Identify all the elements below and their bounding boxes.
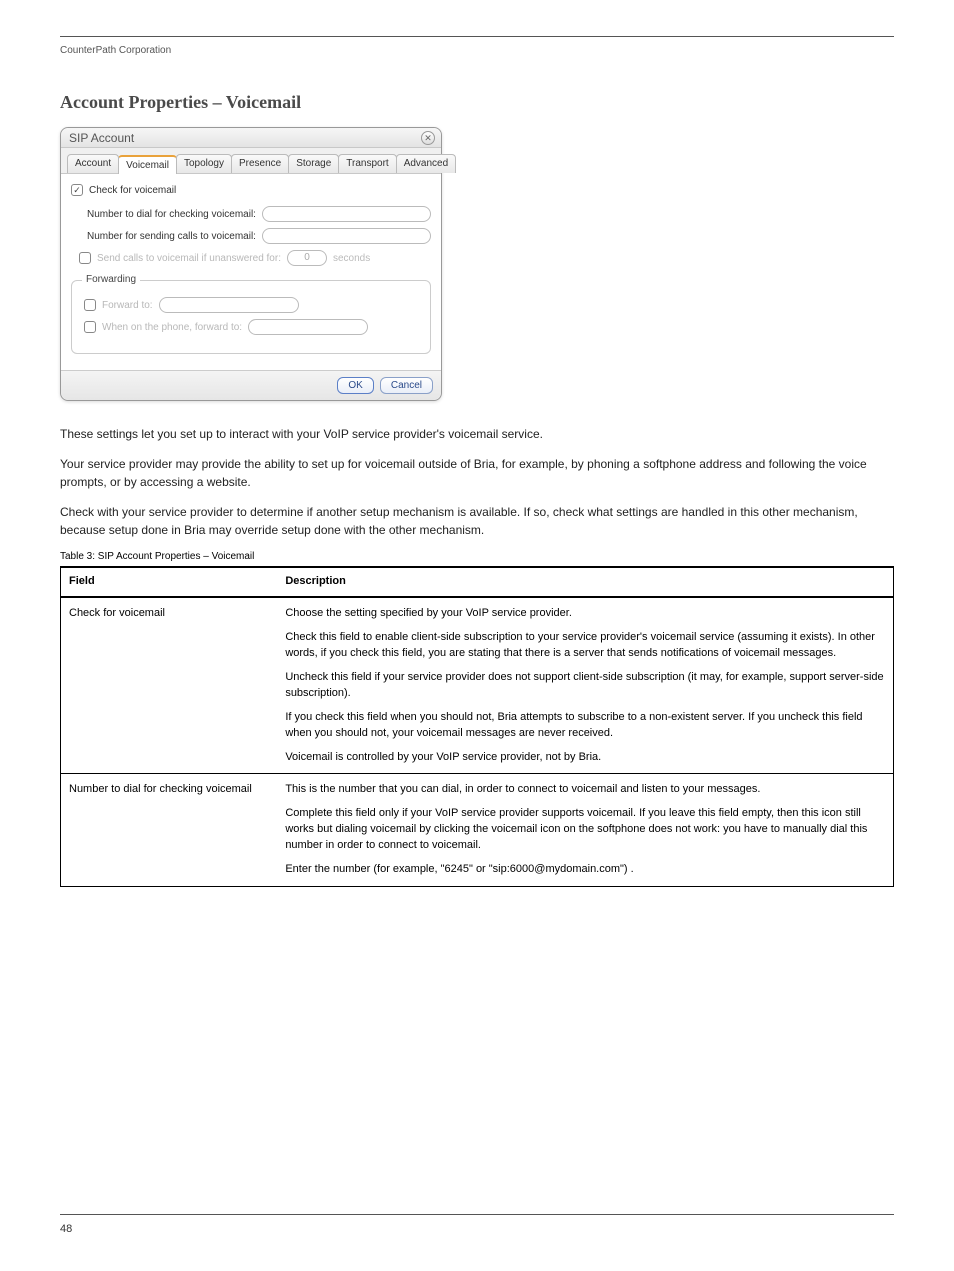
busy-forward-input[interactable] [248,319,368,335]
desc-line: Voicemail is controlled by your VoIP ser… [285,750,885,766]
cancel-button[interactable]: Cancel [380,377,433,394]
number-send-input[interactable] [262,228,431,244]
tab-transport[interactable]: Transport [338,154,396,173]
desc-line: If you check this field when you should … [285,710,885,742]
number-send-label: Number for sending calls to voicemail: [87,231,256,242]
page-number: 48 [60,1223,72,1235]
header-left: CounterPath Corporation [60,45,171,56]
check-voicemail-label: Check for voicemail [89,185,176,196]
table-caption: Table 3: SIP Account Properties – Voicem… [60,551,894,562]
ok-button[interactable]: OK [337,377,373,394]
tab-strip: Account Voicemail Topology Presence Stor… [61,148,441,174]
number-dial-label: Number to dial for checking voicemail: [87,209,256,220]
forwarding-group: Forwarding Forward to: When on the phone… [71,280,431,354]
desc-line: Complete this field only if your VoIP se… [285,806,885,854]
cell-field: Number to dial for checking voicemail [61,774,277,887]
cell-desc: Choose the setting specified by your VoI… [277,597,893,774]
send-unanswered-checkbox[interactable] [79,252,91,264]
cell-field: Check for voicemail [61,597,277,774]
check-voicemail-checkbox[interactable] [71,184,83,196]
tab-voicemail[interactable]: Voicemail [118,155,177,174]
table-header-field: Field [61,567,277,597]
busy-forward-label: When on the phone, forward to: [102,322,242,333]
forward-to-checkbox[interactable] [84,299,96,311]
table-row: Check for voicemail Choose the setting s… [61,597,893,774]
tab-presence[interactable]: Presence [231,154,289,173]
sip-account-dialog: SIP Account ✕ Account Voicemail Topology… [60,127,442,401]
number-dial-input[interactable] [262,206,431,222]
desc-line: This is the number that you can dial, in… [285,782,885,798]
close-icon[interactable]: ✕ [421,131,435,145]
send-unanswered-unit: seconds [333,253,370,264]
paragraph-1: These settings let you set up to interac… [60,425,894,443]
voicemail-properties-table: Field Description Check for voicemail Ch… [61,566,893,887]
busy-forward-checkbox[interactable] [84,321,96,333]
forwarding-legend: Forwarding [82,274,140,285]
dialog-title: SIP Account [69,131,134,145]
paragraph-3: Check with your service provider to dete… [60,503,894,539]
table-row: Number to dial for checking voicemail Th… [61,774,893,887]
tab-storage[interactable]: Storage [288,154,339,173]
desc-line: Choose the setting specified by your VoI… [285,606,885,622]
desc-line: Check this field to enable client-side s… [285,630,885,662]
tab-topology[interactable]: Topology [176,154,232,173]
table-header-desc: Description [277,567,893,597]
paragraph-2: Your service provider may provide the ab… [60,455,894,491]
desc-line: Uncheck this field if your service provi… [285,670,885,702]
send-unanswered-value[interactable]: 0 [287,250,327,266]
tab-advanced[interactable]: Advanced [396,154,456,173]
forward-to-label: Forward to: [102,300,153,311]
section-title: Account Properties – Voicemail [60,92,894,113]
send-unanswered-label: Send calls to voicemail if unanswered fo… [97,253,281,264]
forward-to-input[interactable] [159,297,299,313]
cell-desc: This is the number that you can dial, in… [277,774,893,887]
desc-line: Enter the number (for example, "6245" or… [285,862,885,878]
tab-account[interactable]: Account [67,154,119,173]
